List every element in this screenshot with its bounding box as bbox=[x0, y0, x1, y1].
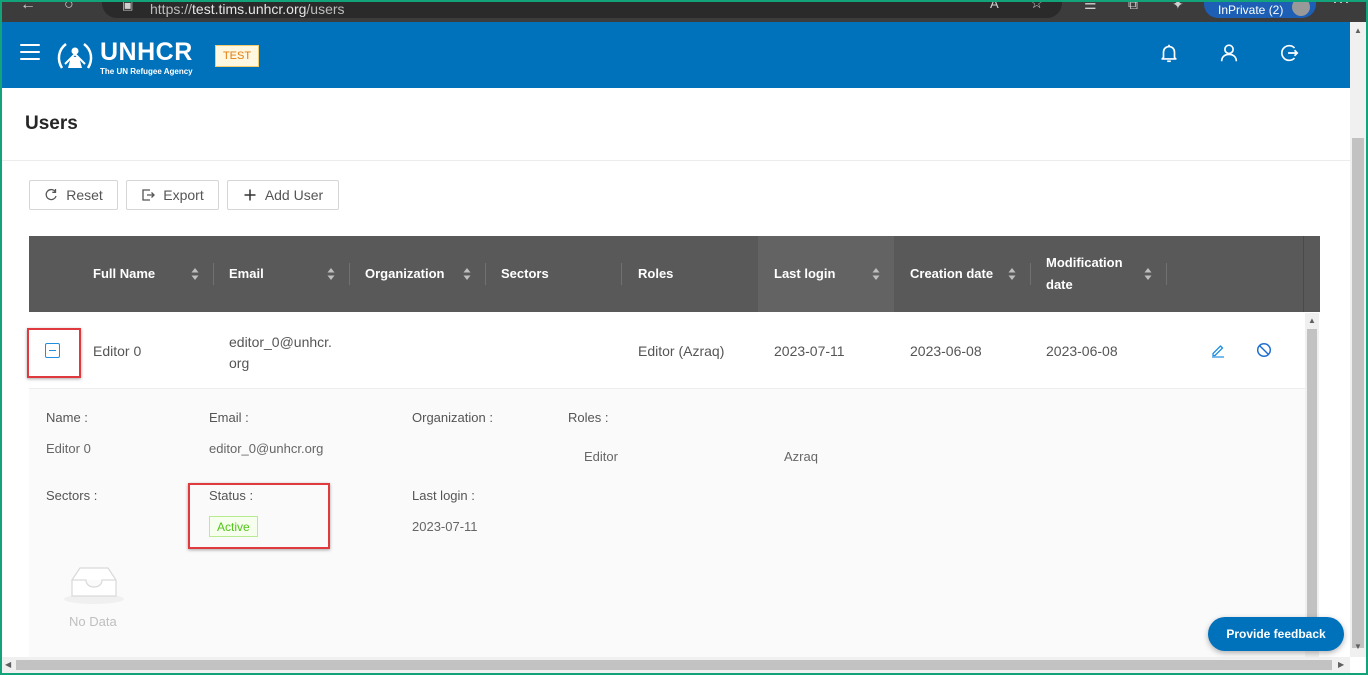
horizontal-scroll-thumb[interactable] bbox=[16, 660, 1332, 670]
detail-sectors-label: Sectors : bbox=[46, 488, 98, 503]
inprivate-profile-button[interactable]: InPrivate (2) bbox=[1204, 2, 1316, 18]
provide-feedback-button[interactable]: Provide feedback bbox=[1208, 617, 1344, 651]
add-user-label: Add User bbox=[264, 187, 324, 203]
detail-name-label: Name : bbox=[46, 410, 88, 425]
table-header: Full Name Email Organization Sectors Rol… bbox=[29, 236, 1303, 312]
cell-modification-date: 2023-06-08 bbox=[1046, 343, 1118, 359]
add-user-button[interactable]: Add User bbox=[227, 180, 339, 210]
detail-email-label: Email : bbox=[209, 410, 249, 425]
column-header-sectors: Sectors bbox=[501, 266, 549, 281]
address-bar[interactable]: ▣ https://test.tims.unhcr.org/users A ☆ bbox=[102, 2, 1062, 18]
bell-icon[interactable] bbox=[1158, 42, 1180, 64]
more-options-icon[interactable]: ⋯ bbox=[1332, 2, 1350, 13]
favorite-star-icon[interactable]: ☆ bbox=[1030, 2, 1043, 12]
reset-button[interactable]: Reset bbox=[29, 180, 118, 210]
read-aloud-icon[interactable]: A bbox=[990, 2, 999, 11]
detail-name-value: Editor 0 bbox=[46, 441, 91, 456]
url-prefix: https:// bbox=[150, 2, 193, 17]
detail-last-login-value: 2023-07-11 bbox=[412, 519, 478, 534]
sort-icon[interactable] bbox=[872, 267, 880, 281]
profile-label: InPrivate (2) bbox=[1218, 3, 1284, 17]
browser-toolbar: ← ○ ▣ https://test.tims.unhcr.org/users … bbox=[2, 2, 1366, 22]
export-icon bbox=[142, 189, 156, 201]
annotation-highlight-status bbox=[188, 483, 330, 549]
horizontal-scrollbar[interactable]: ◀ ▶ bbox=[2, 657, 1350, 673]
export-button[interactable]: Export bbox=[126, 180, 219, 210]
collections-icon[interactable]: ⧉ bbox=[1128, 2, 1138, 13]
sort-icon[interactable] bbox=[191, 267, 199, 281]
scroll-up-icon[interactable]: ▲ bbox=[1308, 316, 1316, 325]
cell-last-login: 2023-07-11 bbox=[774, 343, 845, 359]
page-info-icon[interactable]: ▣ bbox=[122, 2, 133, 12]
favorites-list-icon[interactable]: ☰ bbox=[1084, 2, 1097, 13]
cell-email: editor_0@unhcr. org bbox=[229, 334, 332, 371]
detail-organization-label: Organization : bbox=[412, 410, 493, 425]
column-header-organization[interactable]: Organization bbox=[365, 236, 485, 312]
detail-email-value: editor_0@unhcr.org bbox=[209, 441, 324, 456]
page-scroll-thumb[interactable] bbox=[1352, 138, 1364, 648]
table-vertical-scrollbar[interactable]: ▲ bbox=[1305, 313, 1319, 659]
back-arrow-icon[interactable]: ← bbox=[20, 2, 36, 14]
annotation-highlight-expand bbox=[27, 328, 81, 378]
page-scroll-up-icon[interactable]: ▲ bbox=[1354, 26, 1362, 35]
detail-role-location: Azraq bbox=[784, 449, 818, 464]
plus-icon bbox=[244, 189, 256, 201]
detail-roles-label: Roles : bbox=[568, 410, 609, 425]
table-header-scroll-gap bbox=[1303, 236, 1320, 312]
column-header-last-login[interactable]: Last login bbox=[774, 236, 894, 312]
scroll-right-icon[interactable]: ▶ bbox=[1338, 660, 1344, 669]
app-header: UNHCR The UN Refugee Agency TEST bbox=[2, 22, 1350, 88]
column-header-email[interactable]: Email bbox=[229, 236, 349, 312]
reset-label: Reset bbox=[66, 187, 103, 203]
reset-icon bbox=[45, 188, 57, 201]
detail-role-name: Editor bbox=[584, 449, 618, 464]
empty-state-text: No Data bbox=[69, 614, 117, 629]
sort-icon[interactable] bbox=[1144, 267, 1152, 281]
cell-creation-date: 2023-06-08 bbox=[910, 343, 982, 359]
page-title: Users bbox=[25, 113, 78, 134]
cell-roles: Editor (Azraq) bbox=[638, 343, 725, 359]
page-scroll-down-icon[interactable]: ▼ bbox=[1354, 642, 1362, 651]
title-divider bbox=[2, 160, 1350, 161]
extensions-icon[interactable]: ✦ bbox=[1172, 2, 1184, 13]
profile-avatar bbox=[1292, 2, 1310, 16]
column-header-creation-date[interactable]: Creation date bbox=[910, 236, 1030, 312]
column-header-modification-date[interactable]: Modification date bbox=[1046, 236, 1166, 312]
detail-last-login-label: Last login : bbox=[412, 488, 475, 503]
deactivate-icon[interactable] bbox=[1256, 342, 1272, 358]
menu-icon[interactable] bbox=[20, 44, 40, 60]
sort-icon[interactable] bbox=[327, 267, 335, 281]
column-header-roles: Roles bbox=[638, 266, 674, 281]
user-profile-icon[interactable] bbox=[1218, 42, 1240, 64]
url-path: /users bbox=[306, 2, 345, 17]
edit-icon[interactable] bbox=[1210, 342, 1226, 358]
empty-inbox-icon bbox=[64, 567, 124, 604]
scroll-left-icon[interactable]: ◀ bbox=[5, 660, 11, 669]
export-label: Export bbox=[163, 187, 204, 203]
url-host: test.tims.unhcr.org bbox=[192, 2, 307, 17]
unhcr-emblem-icon bbox=[57, 43, 93, 69]
brand-name: UNHCR bbox=[100, 38, 193, 66]
brand-tagline: The UN Refugee Agency bbox=[100, 67, 193, 76]
logout-icon[interactable] bbox=[1278, 42, 1300, 64]
table-scroll-thumb[interactable] bbox=[1307, 329, 1317, 649]
sort-icon[interactable] bbox=[463, 267, 471, 281]
environment-badge: TEST bbox=[215, 45, 259, 67]
column-header-full-name[interactable]: Full Name bbox=[93, 236, 213, 312]
sort-icon[interactable] bbox=[1008, 267, 1016, 281]
refresh-icon[interactable]: ○ bbox=[64, 2, 74, 14]
cell-full-name: Editor 0 bbox=[93, 343, 142, 359]
page-vertical-scrollbar[interactable]: ▲ ▼ bbox=[1350, 22, 1366, 657]
